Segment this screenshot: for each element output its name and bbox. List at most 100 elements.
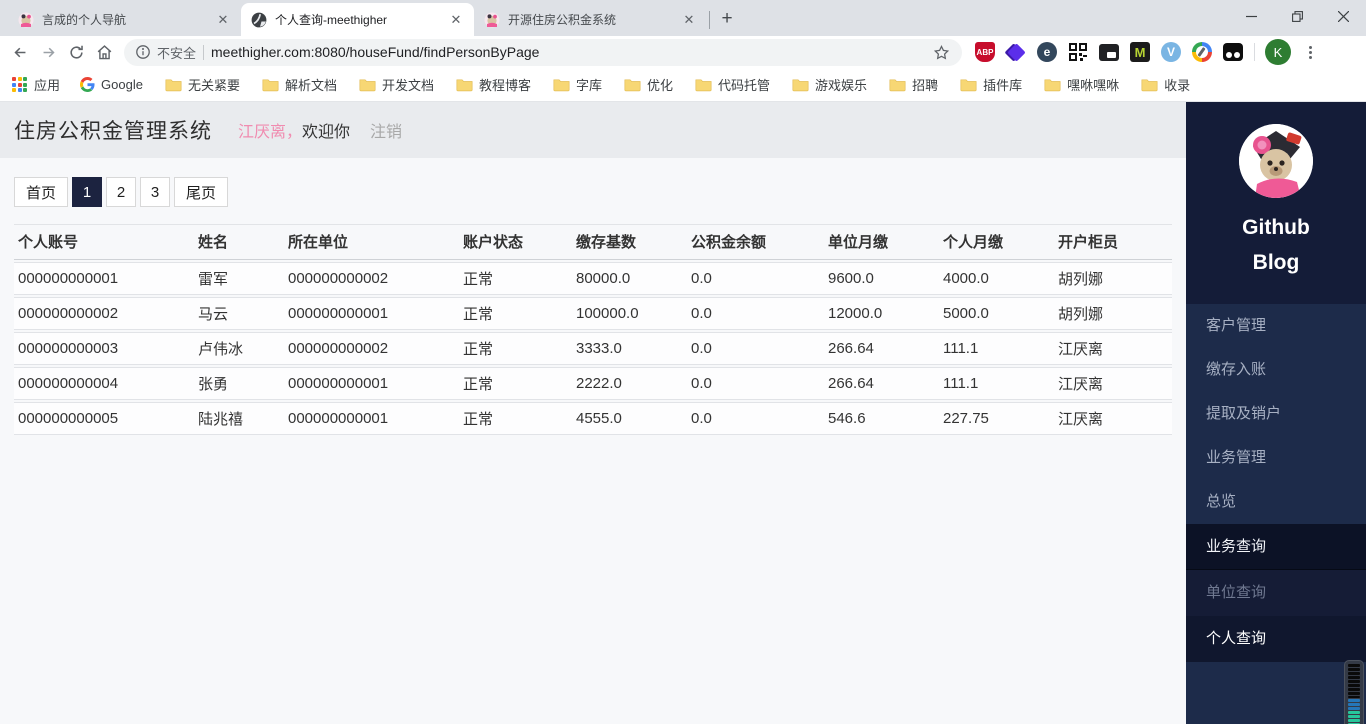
e-circle-extension-icon[interactable]: e (1037, 42, 1057, 62)
sidebar-item-单位查询[interactable]: 单位查询 (1186, 570, 1366, 616)
table-cell: 卢伟冰 (194, 332, 284, 365)
bookmark-label: 招聘 (912, 78, 939, 93)
last-page-button[interactable]: 尾页 (174, 177, 229, 207)
close-window-button[interactable] (1320, 0, 1366, 33)
page-content: 住房公积金管理系统 江厌离， 欢迎你 注销 首页 123 尾页 个人账号 姓名 所在… (0, 102, 1366, 724)
url-text[interactable]: meethigher.com:8080/houseFund/findPerson… (211, 44, 926, 60)
page-number-buttons: 123 (72, 177, 171, 207)
app-title: 住房公积金管理系统 (14, 120, 212, 143)
table-cell: 雷军 (194, 262, 284, 295)
table-cell: 000000000004 (14, 367, 194, 400)
table-cell: 0.0 (687, 367, 824, 400)
browser-window: 言成的个人导航 ✕ 个人查询-meethigher ✕ 开源住房公积金系统 ✕ + (0, 0, 1366, 724)
tab-close-icon[interactable]: ✕ (448, 12, 464, 28)
picture-in-picture-extension-icon[interactable] (1099, 42, 1119, 62)
browser-tab-3[interactable]: 开源住房公积金系统 ✕ (474, 3, 707, 36)
video-helper-extension-icon[interactable]: V (1161, 42, 1181, 62)
table-cell: 9600.0 (824, 262, 939, 295)
table-cell: 266.64 (824, 332, 939, 365)
purple-diamond-extension-icon[interactable] (1006, 42, 1026, 62)
new-tab-button[interactable]: + (714, 6, 740, 32)
toolbar-divider (1254, 43, 1255, 61)
bookmark-folder[interactable]: 无关紧要 (165, 75, 240, 94)
apps-shortcut[interactable]: 应用 (12, 75, 60, 94)
table-cell: 胡列娜 (1054, 262, 1172, 295)
logout-link[interactable]: 注销 (370, 118, 402, 142)
bookmark-folder[interactable]: 优化 (624, 75, 673, 94)
blog-link[interactable]: Blog (1186, 245, 1366, 280)
table-cell: 000000000003 (14, 332, 194, 365)
bookmark-folder[interactable]: 解析文档 (262, 75, 337, 94)
restore-button[interactable] (1274, 0, 1320, 33)
bookmark-link[interactable]: Google (80, 77, 143, 92)
sidebar-menu: 客户管理 缴存入账 提取及销户 业务管理 总览 (1186, 304, 1366, 524)
sidebar-item-提取及销户[interactable]: 提取及销户 (1186, 392, 1366, 436)
table-cell: 0.0 (687, 262, 824, 295)
page-button-2[interactable]: 2 (106, 177, 137, 207)
bookmark-folder[interactable]: 游戏娱乐 (792, 75, 867, 94)
bookmark-folder[interactable]: 开发文档 (359, 75, 434, 94)
browser-menu-button[interactable] (1299, 45, 1321, 59)
tab-close-icon[interactable]: ✕ (681, 12, 697, 28)
minimize-button[interactable] (1228, 0, 1274, 33)
address-bar[interactable]: 不安全 meethigher.com:8080/houseFund/findPe… (124, 38, 962, 66)
table-cell: 2222.0 (572, 367, 687, 400)
binoculars-extension-icon[interactable] (1223, 42, 1243, 62)
forward-button[interactable] (34, 38, 62, 66)
bookmark-folder[interactable]: 插件库 (960, 75, 1022, 94)
info-icon[interactable] (136, 45, 150, 59)
security-label[interactable]: 不安全 (157, 43, 196, 62)
bookmark-folder[interactable]: 代码托管 (695, 75, 770, 94)
table-cell: 江厌离 (1054, 402, 1172, 435)
bookmark-label: 无关紧要 (187, 78, 240, 93)
sidebar-item-缴存入账[interactable]: 缴存入账 (1186, 348, 1366, 392)
sidebar-query-group: 业务查询 单位查询 个人查询 (1186, 524, 1366, 662)
column-header: 所在单位 (284, 224, 459, 260)
browser-tab-1[interactable]: 言成的个人导航 ✕ (8, 3, 241, 36)
github-link[interactable]: Github (1186, 210, 1366, 245)
apps-label: 应用 (34, 78, 61, 93)
bookmark-folder[interactable]: 收录 (1141, 75, 1190, 94)
adblock-plus-extension-icon[interactable]: ABP (975, 42, 995, 62)
bookmark-folder[interactable]: 嘿咻嘿咻 (1044, 75, 1119, 94)
table-cell: 江厌离 (1054, 367, 1172, 400)
sidebar-item-客户管理[interactable]: 客户管理 (1186, 304, 1366, 348)
folder-icon (553, 77, 570, 92)
reload-button[interactable] (62, 38, 90, 66)
bookmark-folder[interactable]: 招聘 (889, 75, 938, 94)
profile-avatar[interactable]: K (1265, 39, 1291, 65)
bookmark-label: Google (101, 77, 143, 92)
bookmark-label: 插件库 (983, 78, 1023, 93)
pug-avatar-icon (18, 12, 34, 28)
table-cell: 111.1 (939, 332, 1054, 365)
folder-icon (792, 77, 809, 92)
colorful-pencil-extension-icon[interactable] (1192, 42, 1212, 62)
table-cell: 266.64 (824, 367, 939, 400)
bookmark-folder[interactable]: 字库 (553, 75, 602, 94)
page-button-3[interactable]: 3 (140, 177, 171, 207)
tab-divider (709, 11, 710, 29)
folder-icon (359, 77, 376, 92)
bookmark-folder[interactable]: 教程博客 (456, 75, 531, 94)
home-button[interactable] (90, 38, 118, 66)
table-body: 000000000001 雷军 000000000002 正常 80000.0 0.0 96… (14, 262, 1172, 435)
page-button-1[interactable]: 1 (72, 177, 103, 207)
bookmark-label: 优化 (647, 78, 674, 93)
bookmarks-bar: 应用 Google 无关紧要 解析文档 开发文档 教程博客 字库 优化 代码托管 游戏娱乐 招聘 插… (0, 68, 1366, 102)
sidebar-item-个人查询[interactable]: 个人查询 (1186, 616, 1366, 662)
bookmark-star-icon[interactable] (933, 44, 950, 61)
browser-tab-2[interactable]: 个人查询-meethigher ✕ (241, 3, 474, 36)
qr-code-extension-icon[interactable] (1068, 42, 1088, 62)
table-row: 000000000002 马云 000000000001 正常 100000.0 0.0 1… (14, 297, 1172, 330)
first-page-button[interactable]: 首页 (14, 177, 69, 207)
sidebar-item-总览[interactable]: 总览 (1186, 480, 1366, 524)
tampermonkey-extension-icon[interactable]: M (1130, 42, 1150, 62)
bookmark-label: 游戏娱乐 (815, 78, 868, 93)
tab-close-icon[interactable]: ✕ (215, 12, 231, 28)
back-button[interactable] (6, 38, 34, 66)
apps-grid-icon (12, 77, 27, 92)
sidebar-item-业务管理[interactable]: 业务管理 (1186, 436, 1366, 480)
window-controls (1228, 0, 1366, 33)
sidebar-item-业务查询[interactable]: 业务查询 (1186, 524, 1366, 570)
table-cell: 000000000001 (284, 297, 459, 330)
